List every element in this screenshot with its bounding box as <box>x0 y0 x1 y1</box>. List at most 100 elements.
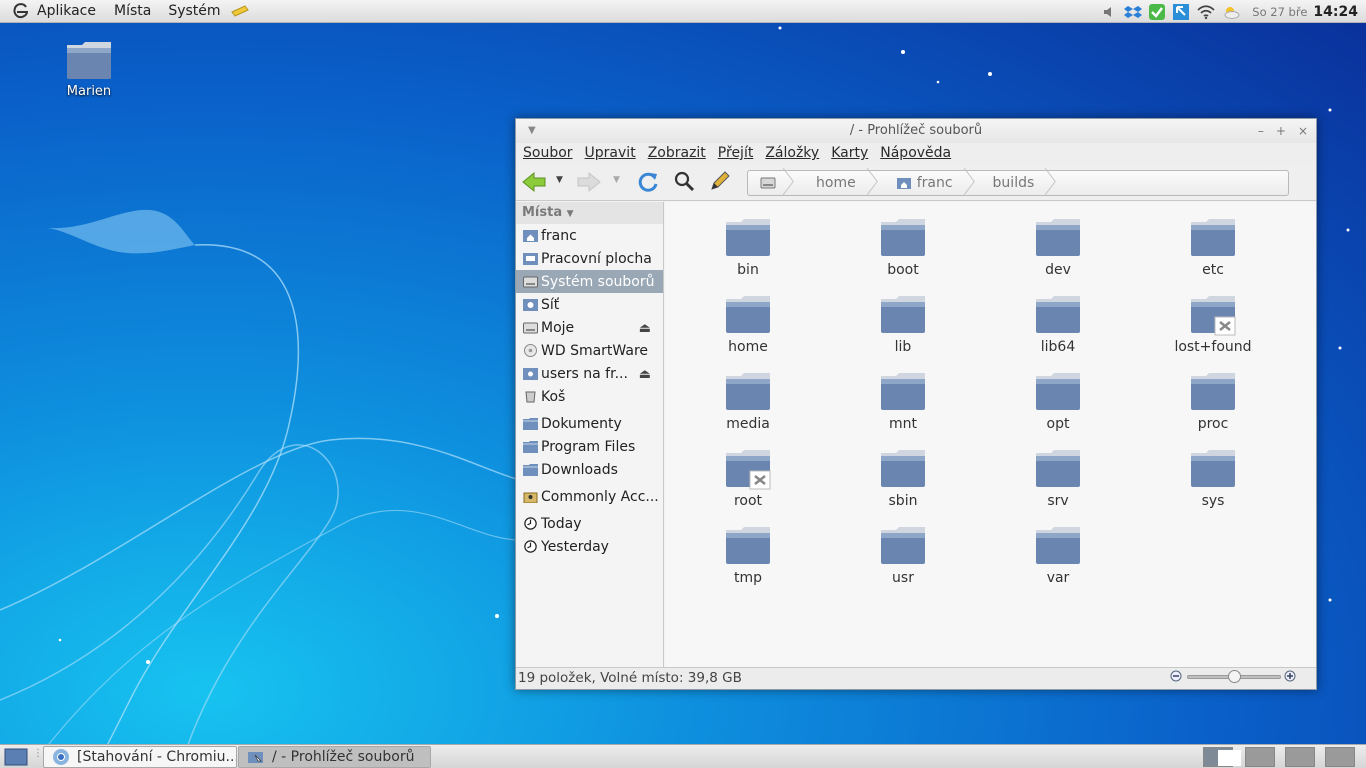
file-item[interactable]: lib64 <box>1003 294 1113 355</box>
file-item[interactable]: var <box>1003 525 1113 586</box>
system-tray: So 27 bře 14:24 <box>1102 0 1358 23</box>
file-item[interactable]: usr <box>848 525 958 586</box>
folder-icon <box>881 450 925 487</box>
weather-icon[interactable] <box>1222 4 1240 20</box>
folder-icon <box>881 527 925 564</box>
zoom-out-icon[interactable] <box>1170 670 1184 684</box>
forward-button[interactable] <box>576 170 602 194</box>
file-item[interactable]: sbin <box>848 448 958 509</box>
sidebar-item-label: Yesterday <box>541 538 609 555</box>
menu-help[interactable]: Nápověda <box>880 145 951 161</box>
forward-history-dropdown[interactable]: ▼ <box>613 175 620 185</box>
volume-icon[interactable] <box>1102 5 1118 19</box>
sidebar-item-label: franc <box>541 227 577 244</box>
drive-icon <box>523 276 538 288</box>
file-item[interactable]: boot <box>848 217 958 278</box>
sidebar-item-program-files[interactable]: Program Files <box>516 435 663 458</box>
file-name: dev <box>1045 262 1071 278</box>
file-item[interactable]: lib <box>848 294 958 355</box>
file-item[interactable]: etc <box>1158 217 1268 278</box>
eject-icon[interactable]: ⏏ <box>639 321 651 336</box>
close-button[interactable]: × <box>1298 119 1308 143</box>
menu-bookmarks[interactable]: Záložky <box>765 145 819 161</box>
menu-go[interactable]: Přejít <box>718 145 754 161</box>
wifi-icon[interactable] <box>1196 4 1216 20</box>
sync-check-icon[interactable] <box>1148 3 1166 21</box>
minimize-button[interactable]: – <box>1258 119 1264 143</box>
desktop-icon-marien[interactable]: Marien <box>58 40 120 99</box>
sidebar-item-syst-m-soubor[interactable]: Systém souborů <box>516 270 663 293</box>
eject-icon[interactable]: ⏏ <box>639 367 651 382</box>
workspace-3[interactable] <box>1285 747 1315 767</box>
menu-places[interactable]: Místa <box>114 3 151 19</box>
file-item[interactable]: media <box>693 371 803 432</box>
sidebar-item-commonly-acc[interactable]: Commonly Acc... <box>516 485 663 508</box>
breadcrumb-root[interactable] <box>748 171 790 195</box>
file-item[interactable]: home <box>693 294 803 355</box>
update-icon[interactable] <box>1172 3 1190 21</box>
sidebar-item-dokumenty[interactable]: Dokumenty <box>516 412 663 435</box>
file-manager-icon <box>248 752 263 763</box>
distro-logo-icon[interactable] <box>12 2 30 20</box>
sidebar-item-s[interactable]: Síť <box>516 293 663 316</box>
breadcrumb-franc[interactable]: franc <box>874 171 971 195</box>
zoom-slider[interactable] <box>1187 670 1281 683</box>
file-item[interactable]: opt <box>1003 371 1113 432</box>
task-chromium[interactable]: [Stahování - Chromiu... <box>43 746 237 768</box>
notes-icon[interactable] <box>230 4 249 18</box>
dropbox-icon[interactable] <box>1124 4 1143 20</box>
menu-edit[interactable]: Upravit <box>585 145 636 161</box>
workspace-2[interactable] <box>1245 747 1275 767</box>
task-file-manager[interactable]: / - Prohlížeč souborů <box>238 746 431 768</box>
zoom-slider-handle[interactable] <box>1228 670 1241 683</box>
sidebar-item-users-na-fr[interactable]: users na fr... ⏏ <box>516 362 663 385</box>
window-menu-icon[interactable]: ▼ <box>528 119 536 143</box>
file-item[interactable]: sys <box>1158 448 1268 509</box>
sidebar-item-franc[interactable]: franc <box>516 224 663 247</box>
edit-location-icon[interactable] <box>709 170 731 192</box>
menu-applications[interactable]: Aplikace <box>37 3 96 19</box>
sidebar-item-moje[interactable]: Moje ⏏ <box>516 316 663 339</box>
workspace-4[interactable] <box>1325 747 1355 767</box>
folder-icon <box>1036 219 1080 256</box>
workspace-1[interactable] <box>1203 747 1241 767</box>
file-item[interactable]: proc <box>1158 371 1268 432</box>
file-name: sbin <box>888 493 918 509</box>
back-button[interactable] <box>521 170 547 194</box>
maximize-button[interactable]: + <box>1276 119 1286 143</box>
back-history-dropdown[interactable]: ▼ <box>556 175 563 185</box>
sidebar-item-ko[interactable]: Koš <box>516 385 663 408</box>
menu-file[interactable]: Soubor <box>523 145 573 161</box>
show-desktop-icon[interactable] <box>4 748 28 766</box>
window-titlebar[interactable]: ▼ / - Prohlížeč souborů – + × <box>516 119 1316 143</box>
file-item[interactable]: root <box>693 448 803 509</box>
file-item[interactable]: srv <box>1003 448 1113 509</box>
menu-system[interactable]: Systém <box>168 3 220 19</box>
menu-tabs[interactable]: Karty <box>831 145 868 161</box>
file-item[interactable]: tmp <box>693 525 803 586</box>
file-manager-window: ▼ / - Prohlížeč souborů – + × Soubor Upr… <box>515 118 1317 690</box>
sidebar-item-today[interactable]: Today <box>516 512 663 535</box>
reload-icon[interactable] <box>636 170 660 194</box>
clock-date[interactable]: So 27 bře <box>1252 5 1307 19</box>
breadcrumb-label: builds <box>992 175 1035 191</box>
file-name: var <box>1046 570 1070 586</box>
menu-view[interactable]: Zobrazit <box>648 145 706 161</box>
file-item[interactable]: mnt <box>848 371 958 432</box>
folder-icon <box>523 441 538 453</box>
sidebar-item-pracovn-plocha[interactable]: Pracovní plocha <box>516 247 663 270</box>
zoom-in-icon[interactable] <box>1284 670 1298 684</box>
clock-time[interactable]: 14:24 <box>1313 4 1358 20</box>
sidebar-header[interactable]: Místa ▼ <box>516 202 663 224</box>
file-item[interactable]: dev <box>1003 217 1113 278</box>
sidebar-item-wd-smartware[interactable]: WD SmartWare <box>516 339 663 362</box>
folder-icon <box>1191 219 1235 256</box>
file-item[interactable]: lost+found <box>1158 294 1268 355</box>
shared-folder-icon <box>523 492 538 503</box>
search-icon[interactable] <box>673 170 695 192</box>
breadcrumb-home[interactable]: home <box>790 171 874 195</box>
file-item[interactable]: bin <box>693 217 803 278</box>
sidebar-item-yesterday[interactable]: Yesterday <box>516 535 663 558</box>
sidebar-item-downloads[interactable]: Downloads <box>516 458 663 481</box>
breadcrumb-builds[interactable]: builds <box>971 171 1053 195</box>
